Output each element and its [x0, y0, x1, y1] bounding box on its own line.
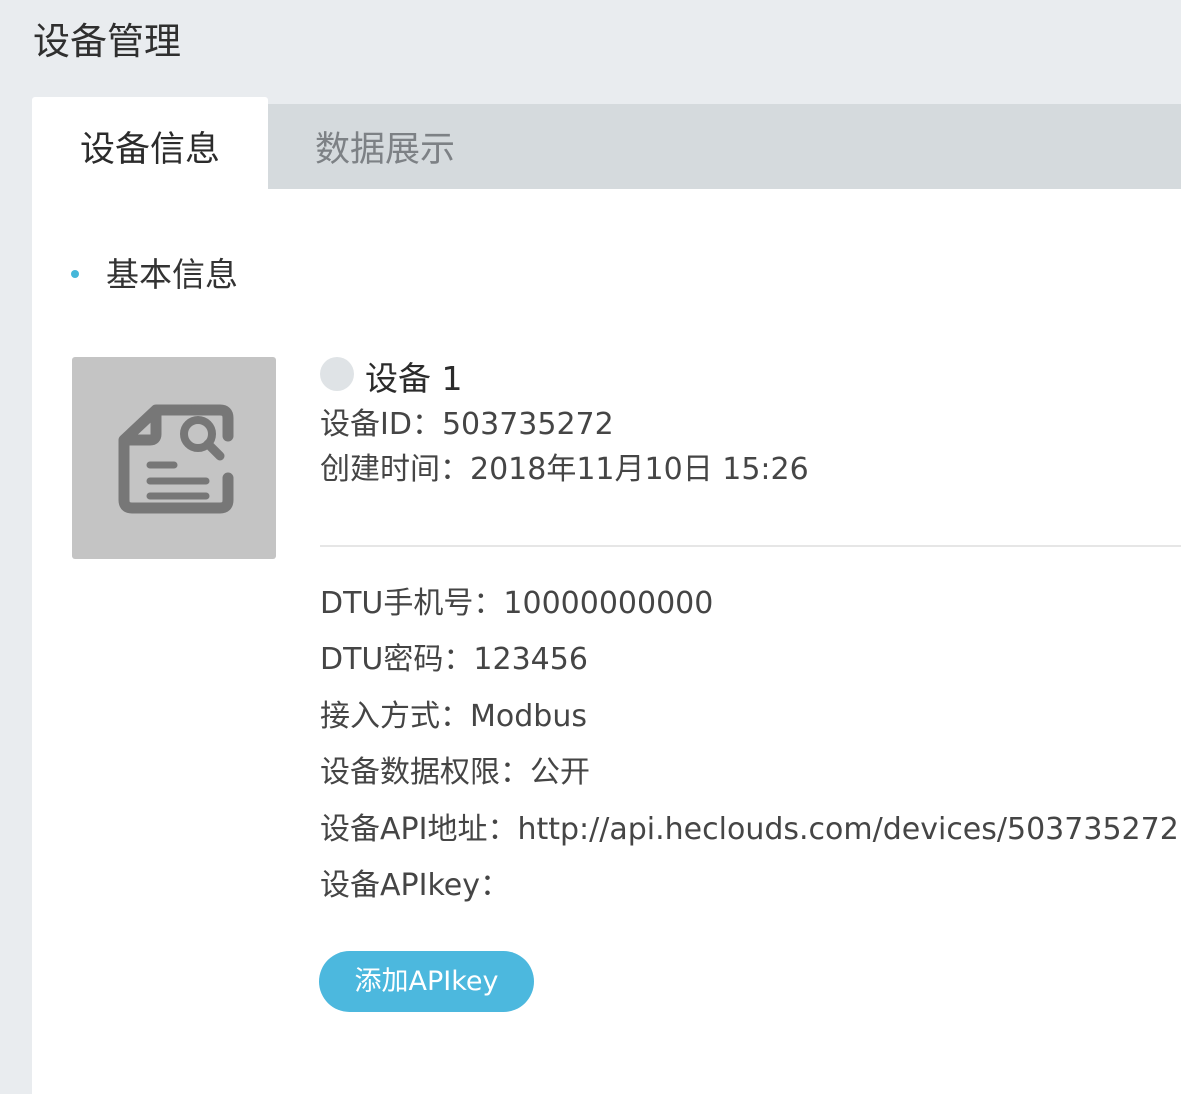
device-status-indicator — [320, 357, 354, 391]
detail-label: DTU手机号： — [320, 586, 504, 621]
created-time-row: 创建时间：2018年11月10日 15:26 — [320, 448, 809, 492]
device-info-panel — [32, 189, 1181, 1094]
add-apikey-button[interactable]: 添加APIkey — [319, 951, 534, 1012]
detail-label: 接入方式： — [320, 699, 470, 734]
divider — [320, 545, 1181, 547]
detail-row-api-address: 设备API地址：http://api.heclouds.com/devices/… — [320, 808, 1179, 852]
device-id-label: 设备ID： — [320, 407, 442, 442]
tab-data-display[interactable]: 数据展示 — [268, 104, 502, 189]
detail-row-dtu-phone: DTU手机号：10000000000 — [320, 582, 713, 626]
detail-value: 123456 — [473, 642, 588, 677]
tab-device-info[interactable]: 设备信息 — [32, 97, 268, 190]
detail-row-data-permission: 设备数据权限：公开 — [320, 751, 590, 795]
detail-label: 设备数据权限： — [320, 755, 530, 790]
section-bullet — [71, 270, 79, 278]
detail-row-access-method: 接入方式：Modbus — [320, 695, 587, 739]
device-name: 设备 1 — [365, 359, 463, 398]
detail-value: 公开 — [530, 755, 590, 790]
api-address-link[interactable]: http://api.heclouds.com/devices/50373527… — [517, 812, 1178, 847]
created-time-label: 创建时间： — [320, 452, 470, 487]
document-search-icon — [118, 404, 234, 514]
device-id-row: 设备ID：503735272 — [320, 403, 614, 447]
detail-label: DTU密码： — [320, 642, 474, 677]
detail-value: 10000000000 — [503, 586, 714, 621]
detail-label: 设备APIkey： — [320, 868, 510, 903]
detail-label: 设备API地址： — [320, 812, 518, 847]
detail-row-dtu-password: DTU密码：123456 — [320, 638, 588, 682]
device-id-value: 503735272 — [441, 407, 614, 442]
detail-value: Modbus — [470, 699, 587, 734]
created-time-value: 2018年11月10日 15:26 — [470, 452, 809, 487]
device-thumbnail — [72, 357, 276, 559]
detail-row-apikey: 设备APIkey： — [320, 864, 510, 908]
page-title: 设备管理 — [33, 20, 181, 63]
section-title: 基本信息 — [106, 255, 238, 294]
